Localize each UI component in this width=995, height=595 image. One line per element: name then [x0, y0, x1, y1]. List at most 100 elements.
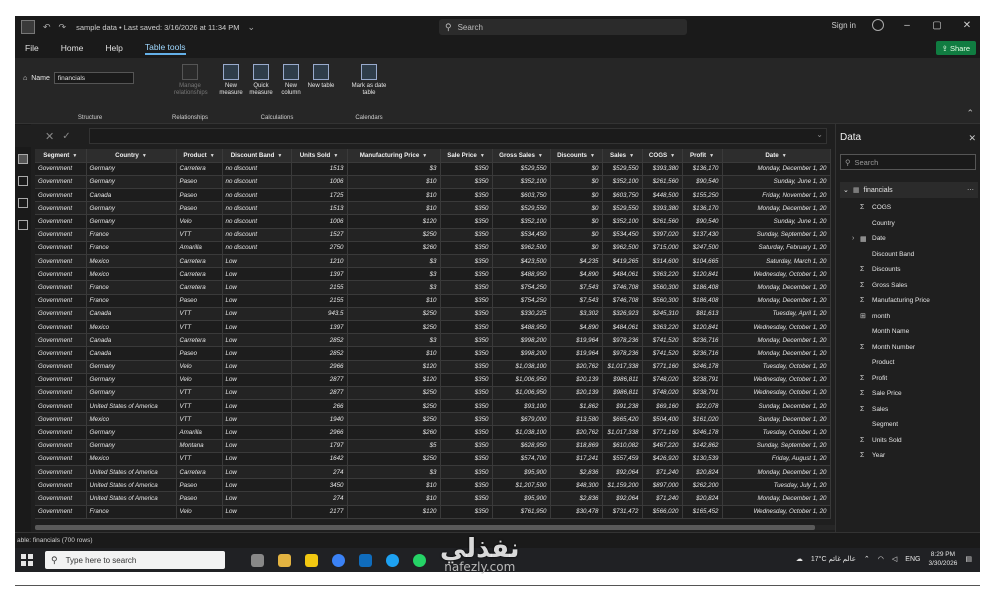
table-cell[interactable]: Monday, December 1, 20 [722, 294, 831, 308]
commit-formula-icon[interactable]: ✓ [62, 131, 70, 142]
table-cell[interactable]: 1940 [291, 412, 348, 427]
table-cell[interactable]: Government [35, 452, 87, 467]
table-cell[interactable]: $628,950 [492, 439, 551, 453]
table-cell[interactable]: 266 [291, 399, 348, 414]
table-cell[interactable]: $350 [440, 373, 493, 387]
table-cell[interactable]: $250 [347, 386, 441, 401]
table-cell[interactable]: Government [35, 399, 87, 414]
field-item[interactable]: Σ Units Sold [840, 433, 978, 449]
table-cell[interactable]: 1397 [291, 320, 348, 335]
table-cell[interactable]: Canada [86, 307, 177, 321]
close-icon[interactable]: ✕ [960, 20, 974, 31]
language-indicator[interactable]: ENG [905, 556, 920, 563]
table-row[interactable]: Government Mexico VTT Low 1397 $250 $350 $488,9… [35, 320, 831, 335]
table-cell[interactable]: $165,452 [682, 505, 723, 519]
table-cell[interactable]: 2155 [291, 280, 348, 295]
table-cell[interactable]: $350 [440, 491, 493, 506]
table-cell[interactable]: $90,540 [682, 175, 723, 190]
table-cell[interactable]: Low [222, 465, 292, 480]
table-cell[interactable]: $261,560 [642, 214, 683, 229]
table-cell[interactable]: 1210 [291, 254, 348, 269]
table-cell[interactable]: $998,200 [492, 333, 551, 348]
table-cell[interactable]: Government [35, 333, 87, 348]
mark-as-date-table-button[interactable]: Mark as date table [345, 64, 393, 97]
table-cell[interactable]: $978,236 [602, 333, 643, 348]
field-item[interactable]: Month Name [840, 324, 978, 340]
table-cell[interactable]: VTT [176, 399, 223, 414]
table-cell[interactable]: 1513 [291, 162, 348, 176]
table-cell[interactable]: $250 [347, 452, 441, 467]
table-cell[interactable]: Paseo [176, 491, 223, 506]
table-cell[interactable]: $0 [550, 201, 603, 216]
table-cell[interactable]: Velo [176, 360, 223, 374]
table-row[interactable]: Government Canada Paseo no discount 1725 $10 $… [35, 188, 831, 203]
table-cell[interactable]: Germany [86, 386, 177, 401]
table-cell[interactable]: $250 [347, 320, 441, 335]
table-cell[interactable]: $352,100 [492, 214, 551, 229]
chevron-down-icon[interactable]: ⌄ [248, 22, 256, 33]
table-cell[interactable]: $350 [440, 307, 493, 321]
table-cell[interactable]: VTT [176, 307, 223, 321]
table-cell[interactable]: United States of America [86, 478, 177, 493]
table-cell[interactable]: $155,250 [682, 188, 723, 203]
table-cell[interactable]: 274 [291, 491, 348, 506]
table-cell[interactable]: VTT [176, 452, 223, 467]
table-cell[interactable]: $350 [440, 254, 493, 269]
field-item[interactable]: Segment [840, 417, 978, 433]
table-cell[interactable]: $3 [347, 465, 441, 480]
table-cell[interactable]: France [86, 505, 177, 519]
telegram-icon[interactable] [386, 553, 399, 567]
table-cell[interactable]: $504,400 [642, 412, 683, 427]
table-cell[interactable]: United States of America [86, 491, 177, 506]
table-cell[interactable]: Canada [86, 333, 177, 348]
table-cell[interactable]: $754,250 [492, 280, 551, 295]
table-cell[interactable]: Mexico [86, 452, 177, 467]
horizontal-scroll-thumb[interactable] [35, 525, 815, 530]
notifications-icon[interactable]: ▤ [965, 555, 972, 563]
redo-icon[interactable]: ↷ [59, 22, 67, 33]
table-cell[interactable]: $352,100 [602, 214, 643, 229]
table-cell[interactable]: Government [35, 465, 87, 480]
clock[interactable]: 8:29 PM 3/30/2026 [928, 550, 957, 568]
table-cell[interactable]: Velo [176, 373, 223, 387]
table-cell[interactable]: $250 [347, 228, 441, 242]
table-cell[interactable]: no discount [222, 228, 292, 242]
table-cell[interactable]: Government [35, 162, 87, 176]
field-item[interactable]: Σ Gross Sales [840, 278, 978, 294]
table-row[interactable]: Government France VTT no discount 1527 $250 $3… [35, 228, 831, 242]
table-row[interactable]: Government Germany Amarilla Low 2966 $260 $350… [35, 425, 831, 440]
table-cell[interactable]: $186,408 [682, 280, 723, 295]
table-cell[interactable]: Government [35, 373, 87, 387]
task-view-icon[interactable] [251, 553, 264, 567]
table-cell[interactable]: $529,550 [602, 201, 643, 216]
table-cell[interactable]: $363,220 [642, 267, 683, 282]
table-cell[interactable]: $574,700 [492, 452, 551, 467]
table-cell[interactable]: $350 [440, 280, 493, 295]
table-row[interactable]: Government Canada Carretera Low 2852 $3 $350 $9… [35, 333, 831, 348]
table-cell[interactable]: Low [222, 452, 292, 467]
table-cell[interactable]: Mexico [86, 320, 177, 335]
table-cell[interactable]: Government [35, 386, 87, 401]
table-cell[interactable]: Government [35, 188, 87, 203]
table-cell[interactable]: Low [222, 439, 292, 453]
table-cell[interactable]: $986,811 [602, 373, 643, 387]
table-cell[interactable]: $350 [440, 425, 493, 440]
table-cell[interactable]: $3 [347, 280, 441, 295]
table-row[interactable]: Government Germany Velo Low 2877 $120 $350 $1,0… [35, 373, 831, 387]
table-cell[interactable]: $1,006,950 [492, 373, 551, 387]
field-item[interactable]: Σ Sales [840, 402, 978, 418]
formula-input[interactable] [89, 128, 827, 144]
table-cell[interactable]: $92,064 [602, 491, 643, 506]
table-cell[interactable]: $350 [440, 360, 493, 374]
table-cell[interactable]: 1513 [291, 201, 348, 216]
table-cell[interactable]: $10 [347, 188, 441, 203]
table-cell[interactable]: VTT [176, 386, 223, 401]
table-cell[interactable]: Low [222, 346, 292, 361]
table-cell[interactable]: $91,238 [602, 399, 643, 414]
table-cell[interactable]: $962,500 [492, 241, 551, 256]
table-cell[interactable]: Government [35, 505, 87, 519]
table-cell[interactable]: Government [35, 201, 87, 216]
table-cell[interactable]: $7,543 [550, 280, 603, 295]
table-cell[interactable]: Low [222, 425, 292, 440]
table-cell[interactable]: $3 [347, 333, 441, 348]
